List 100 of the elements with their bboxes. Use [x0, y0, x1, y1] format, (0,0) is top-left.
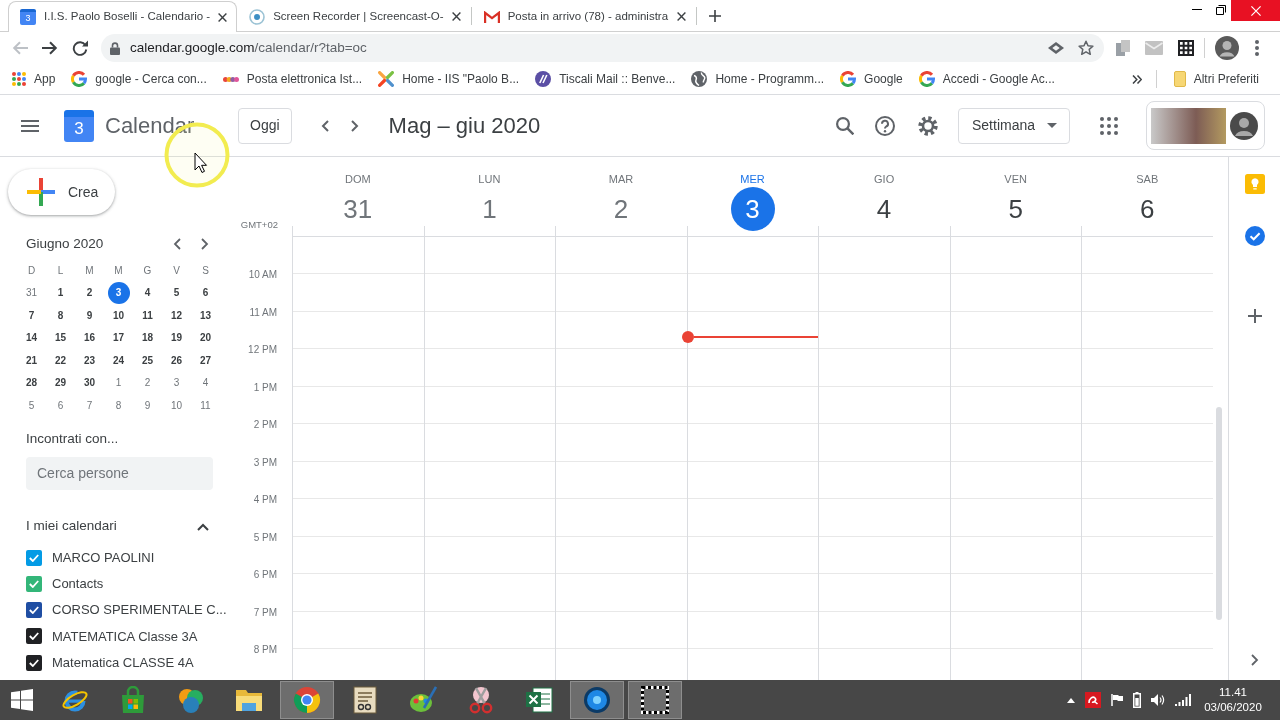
grid-icon[interactable]	[1178, 40, 1194, 56]
mini-calendar-day[interactable]: 11	[136, 304, 159, 327]
mini-calendar-day[interactable]: 14	[20, 326, 43, 349]
mini-calendar-day[interactable]: 10	[107, 304, 130, 327]
forward-icon[interactable]	[42, 41, 58, 55]
avatar-icon[interactable]	[1215, 36, 1239, 60]
bookmark-folder[interactable]: Altri Preferiti	[1168, 67, 1264, 91]
mini-calendar-day[interactable]: 19	[165, 326, 188, 349]
chevron-left-icon[interactable]	[173, 238, 181, 250]
plus-icon[interactable]	[1247, 309, 1262, 323]
close-icon[interactable]	[451, 12, 461, 21]
taskbar-button[interactable]	[628, 681, 682, 719]
apps-grid-icon[interactable]	[1100, 116, 1118, 135]
mini-calendar-day[interactable]: 23	[78, 349, 101, 372]
help-icon[interactable]	[875, 115, 895, 136]
day-number[interactable]: 2	[598, 187, 643, 231]
browser-tab[interactable]: Screen Recorder | Screencast-O-	[237, 1, 471, 31]
scrollbar-thumb[interactable]	[1216, 407, 1222, 620]
mini-calendar-day[interactable]: 8	[107, 394, 130, 417]
day-number[interactable]: 31	[335, 187, 380, 231]
close-icon[interactable]	[218, 12, 228, 22]
mini-calendar-day[interactable]: 4	[194, 371, 217, 394]
chevron-up-icon[interactable]	[197, 522, 209, 531]
caret-up-icon[interactable]	[1067, 697, 1075, 703]
mini-calendar-day[interactable]: 6	[49, 394, 72, 417]
signal-bars-icon[interactable]	[1175, 694, 1191, 706]
diamond-icon[interactable]	[1048, 42, 1064, 54]
flag-icon[interactable]	[1111, 694, 1123, 706]
mini-calendar-day[interactable]: 20	[194, 326, 217, 349]
chevron-right-icon[interactable]	[1250, 654, 1259, 666]
mini-calendar-day[interactable]: 7	[20, 304, 43, 327]
mini-calendar-day[interactable]: 28	[20, 371, 43, 394]
mini-calendar-day[interactable]: 12	[165, 304, 188, 327]
mini-calendar-day[interactable]: 30	[78, 371, 101, 394]
browser-tab[interactable]: 3 I.I.S. Paolo Boselli - Calendario -	[8, 1, 238, 32]
day-number[interactable]: 6	[1125, 187, 1170, 231]
mini-calendar-day[interactable]: 10	[165, 394, 188, 417]
reload-icon[interactable]	[72, 40, 88, 56]
mini-calendar-day[interactable]: 31	[20, 281, 43, 304]
mini-calendar-day[interactable]: 11	[194, 394, 217, 417]
mini-calendar-day[interactable]: 7	[78, 394, 101, 417]
mini-calendar-day[interactable]: 24	[107, 349, 130, 372]
calendar-checkbox[interactable]	[26, 602, 42, 619]
account-button[interactable]	[1146, 101, 1265, 150]
settings-icon[interactable]	[918, 115, 938, 136]
bookmark[interactable]: google - Cerca con...	[66, 67, 212, 91]
restore-icon[interactable]	[1216, 5, 1226, 15]
documents-icon[interactable]	[1116, 40, 1130, 56]
bookmark[interactable]: Home - Programm...	[686, 67, 830, 91]
mini-calendar-day[interactable]: 15	[49, 326, 72, 349]
address-bar[interactable]: calendar.google.com/calendar/r?tab=oc	[101, 34, 1104, 62]
calendar-checkbox[interactable]	[26, 575, 42, 592]
star-icon[interactable]	[1078, 40, 1094, 56]
mini-calendar-day[interactable]: 18	[136, 326, 159, 349]
chevron-right-icon[interactable]	[201, 238, 209, 250]
mini-calendar-day[interactable]: 1	[107, 371, 130, 394]
mini-calendar-day[interactable]: 9	[136, 394, 159, 417]
view-dropdown[interactable]: Settimana	[958, 107, 1070, 144]
check-circle-icon[interactable]	[1244, 226, 1265, 246]
day-number[interactable]: 4	[862, 187, 907, 231]
mini-calendar-day[interactable]: 29	[49, 371, 72, 394]
clock-date[interactable]: 03/06/2020	[1203, 700, 1263, 715]
chevron-left-icon[interactable]	[320, 119, 329, 132]
mini-calendar-day[interactable]: 2	[78, 281, 101, 304]
speaker-icon[interactable]	[1151, 694, 1165, 706]
create-button[interactable]: Crea	[8, 169, 115, 215]
mini-calendar-day[interactable]: 17	[107, 326, 130, 349]
mini-calendar-day[interactable]: 8	[49, 304, 72, 327]
calendar-checkbox[interactable]	[26, 628, 42, 645]
mini-calendar-day[interactable]: 5	[165, 281, 188, 304]
day-number[interactable]: 5	[993, 187, 1038, 231]
bookmark[interactable]: Home - IIS "Paolo B...	[373, 67, 525, 91]
calendar-checkbox[interactable]	[26, 654, 42, 671]
mini-calendar-day[interactable]: 2	[136, 371, 159, 394]
more-options-icon[interactable]	[1255, 40, 1259, 56]
mini-calendar-day[interactable]: 25	[136, 349, 159, 372]
bookmark[interactable]: Accedi - Google Ac...	[913, 67, 1060, 91]
taskbar-button[interactable]	[570, 681, 624, 719]
mini-calendar-day[interactable]: 27	[194, 349, 217, 372]
mini-calendar-day[interactable]: 1	[49, 281, 72, 304]
close-icon[interactable]	[676, 12, 686, 21]
mini-calendar-day[interactable]: 5	[20, 394, 43, 417]
mini-calendar-day[interactable]: 6	[194, 281, 217, 304]
mini-calendar-day[interactable]: 3	[107, 281, 130, 304]
day-number[interactable]: 1	[467, 187, 512, 231]
bookmark[interactable]: Google	[835, 67, 908, 91]
bookmark[interactable]: Tiscali Mail :: Benve...	[530, 67, 681, 91]
mini-calendar-day[interactable]: 3	[165, 371, 188, 394]
day-number[interactable]: 3	[730, 187, 775, 231]
battery-icon[interactable]	[1133, 692, 1141, 708]
start-icon[interactable]	[11, 689, 33, 711]
bookmark[interactable]: App	[7, 67, 61, 91]
bookmark[interactable]: Posta elettronica Ist...	[217, 67, 368, 91]
mini-calendar-day[interactable]: 9	[78, 304, 101, 327]
mini-calendar-day[interactable]: 26	[165, 349, 188, 372]
logo-tile-icon[interactable]	[1085, 692, 1101, 708]
browser-tab[interactable]: Posta in arrivo (78) - administra	[471, 1, 696, 31]
clock-time[interactable]: 11.41	[1203, 685, 1263, 700]
more-chevrons-icon[interactable]	[1131, 74, 1142, 84]
today-button[interactable]: Oggi	[238, 107, 292, 144]
